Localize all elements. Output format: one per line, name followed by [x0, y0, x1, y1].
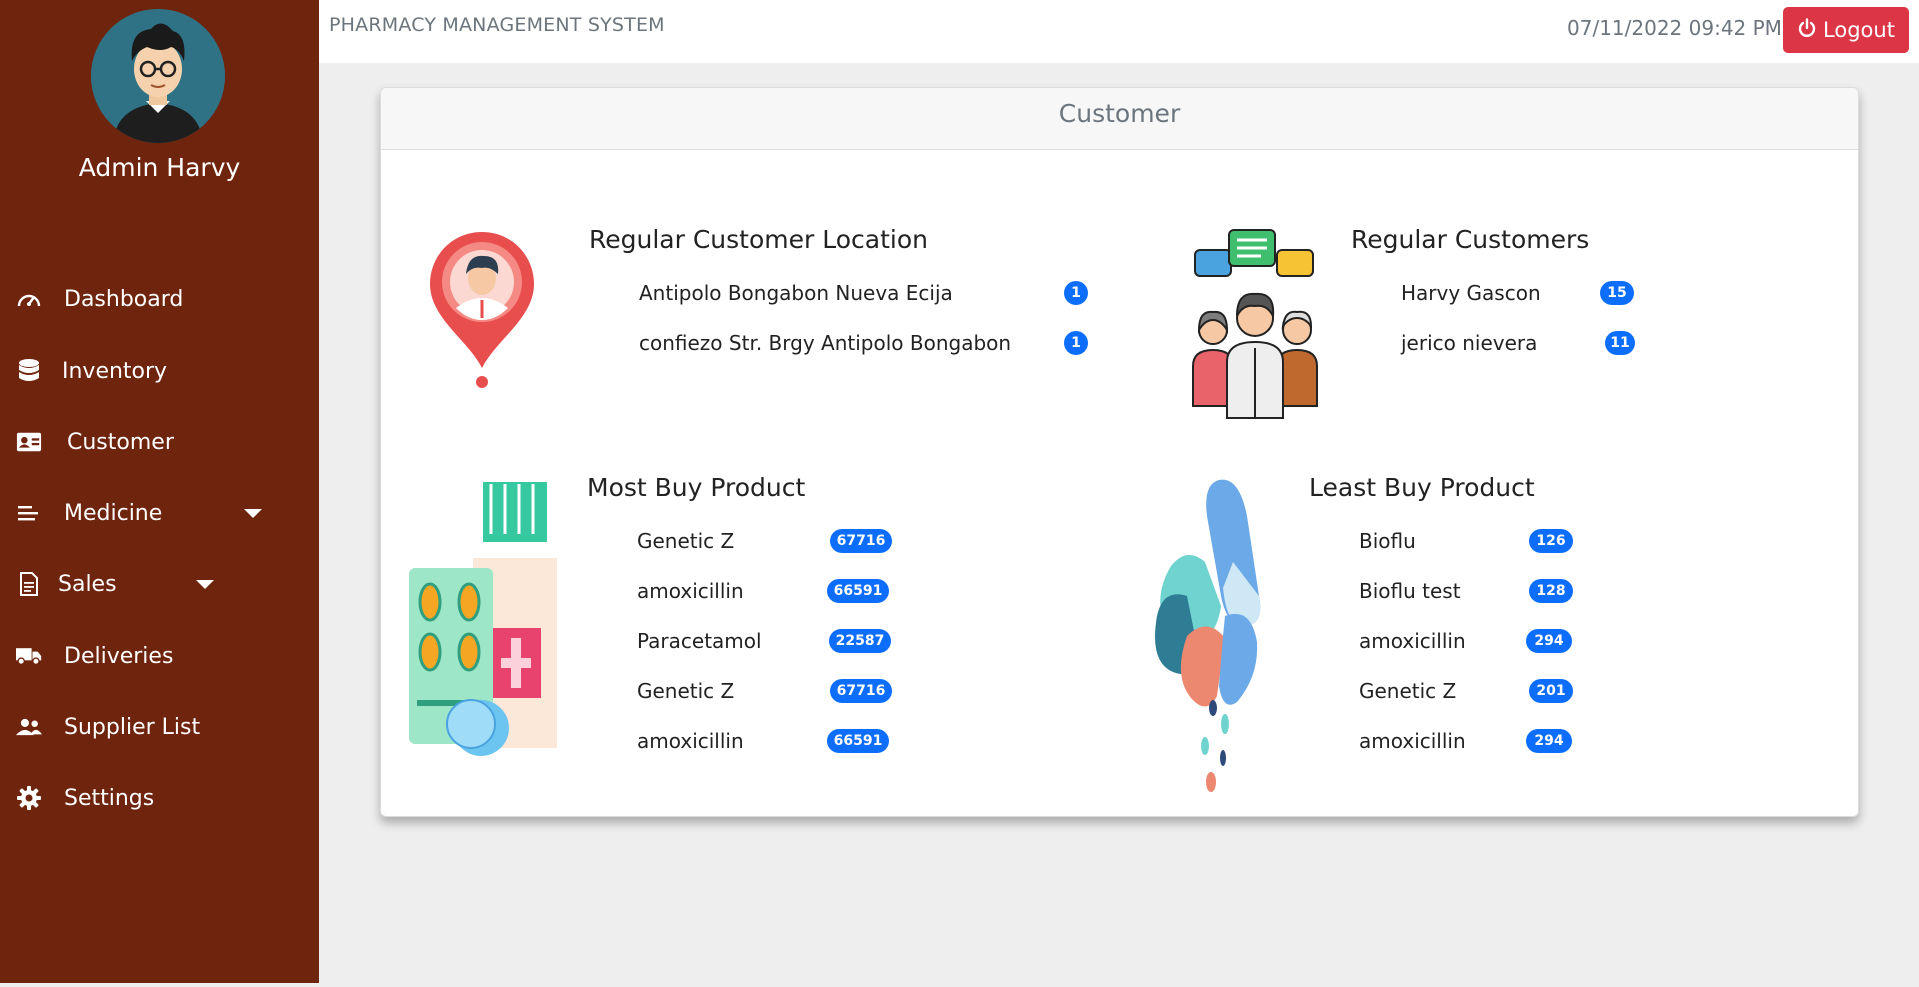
count-badge: 66591: [827, 579, 889, 603]
list-item-label: Bioflu test: [1359, 579, 1461, 603]
gear-icon: [16, 785, 42, 811]
sidebar-item-label: Supplier List: [64, 714, 201, 740]
list-item-label: amoxicillin: [1359, 629, 1466, 653]
capsules-illustration: [1147, 476, 1275, 800]
sidebar-item-label: Deliveries: [64, 643, 174, 669]
sidebar-item-label: Sales: [58, 571, 117, 597]
most-buy-section-title: Most Buy Product: [587, 473, 806, 502]
sidebar-item-inventory[interactable]: Inventory: [0, 345, 319, 397]
list-item-label: confiezo Str. Brgy Antipolo Bongabon: [639, 331, 1012, 355]
sidebar-item-deliveries[interactable]: Deliveries: [0, 630, 319, 682]
app-title: PHARMACY MANAGEMENT SYSTEM: [329, 14, 665, 36]
count-badge: 1: [1064, 281, 1088, 305]
sidebar-item-customer[interactable]: Customer: [0, 416, 319, 468]
logout-button[interactable]: Logout: [1783, 7, 1909, 53]
sidebar-item-sales[interactable]: Sales: [0, 558, 319, 610]
customer-card: Customer Regular Customer Location Antip…: [380, 87, 1859, 817]
list-item-label: jerico nievera: [1401, 331, 1538, 355]
list-item-label: amoxicillin: [637, 729, 744, 753]
sidebar-item-dashboard[interactable]: Dashboard: [0, 273, 319, 325]
database-icon: [16, 358, 42, 384]
count-badge: 294: [1526, 629, 1572, 653]
list-item-label: Bioflu: [1359, 529, 1416, 553]
sidebar: Admin Harvy Dashboard Inventory Customer…: [0, 0, 319, 983]
datetime-display: 07/11/2022 09:42 PM: [1567, 16, 1782, 40]
sidebar-item-settings[interactable]: Settings: [0, 772, 319, 824]
dashboard-icon: [16, 286, 42, 312]
location-pin-illustration: [424, 228, 540, 394]
sidebar-item-label: Inventory: [62, 358, 168, 384]
chevron-down-icon: [244, 508, 262, 518]
users-icon: [16, 714, 42, 740]
count-badge: 67716: [830, 679, 892, 703]
customers-section-title: Regular Customers: [1351, 225, 1590, 254]
count-badge: 294: [1526, 729, 1572, 753]
sidebar-item-label: Settings: [64, 785, 155, 811]
count-badge: 66591: [827, 729, 889, 753]
list-icon: [16, 500, 42, 526]
chevron-down-icon: [196, 579, 214, 589]
list-item-label: Genetic Z: [637, 679, 735, 703]
count-badge: 15: [1600, 281, 1634, 305]
count-badge: 1: [1064, 331, 1088, 355]
list-item-label: Harvy Gascon: [1401, 281, 1541, 305]
customers-group-illustration: [1191, 226, 1321, 424]
sidebar-item-supplier-list[interactable]: Supplier List: [0, 701, 319, 753]
list-item-label: amoxicillin: [1359, 729, 1466, 753]
sidebar-item-label: Dashboard: [64, 286, 184, 312]
list-item-label: Genetic Z: [637, 529, 735, 553]
logout-label: Logout: [1823, 18, 1895, 42]
truck-icon: [16, 643, 42, 669]
count-badge: 201: [1529, 679, 1573, 703]
list-item-label: amoxicillin: [637, 579, 744, 603]
medicine-bottle-illustration: [409, 478, 559, 772]
file-icon: [16, 571, 42, 597]
count-badge: 22587: [829, 629, 891, 653]
avatar: [91, 9, 225, 143]
list-item-label: Antipolo Bongabon Nueva Ecija: [639, 281, 953, 305]
count-badge: 128: [1529, 579, 1573, 603]
sidebar-item-label: Customer: [67, 429, 174, 455]
least-buy-section-title: Least Buy Product: [1309, 473, 1535, 502]
admin-name: Admin Harvy: [78, 153, 241, 182]
list-item-label: Paracetamol: [637, 629, 762, 653]
count-badge: 67716: [830, 529, 892, 553]
sidebar-item-label: Medicine: [64, 500, 163, 526]
sidebar-item-medicine[interactable]: Medicine: [0, 487, 319, 539]
count-badge: 11: [1605, 331, 1635, 355]
list-item-label: Genetic Z: [1359, 679, 1457, 703]
top-bar: PHARMACY MANAGEMENT SYSTEM 07/11/2022 09…: [319, 0, 1919, 63]
location-section-title: Regular Customer Location: [589, 225, 928, 254]
card-title: Customer: [1058, 99, 1181, 128]
card-header: Customer: [381, 88, 1858, 150]
id-card-icon: [16, 429, 42, 455]
power-icon: [1797, 17, 1817, 43]
count-badge: 126: [1529, 529, 1573, 553]
